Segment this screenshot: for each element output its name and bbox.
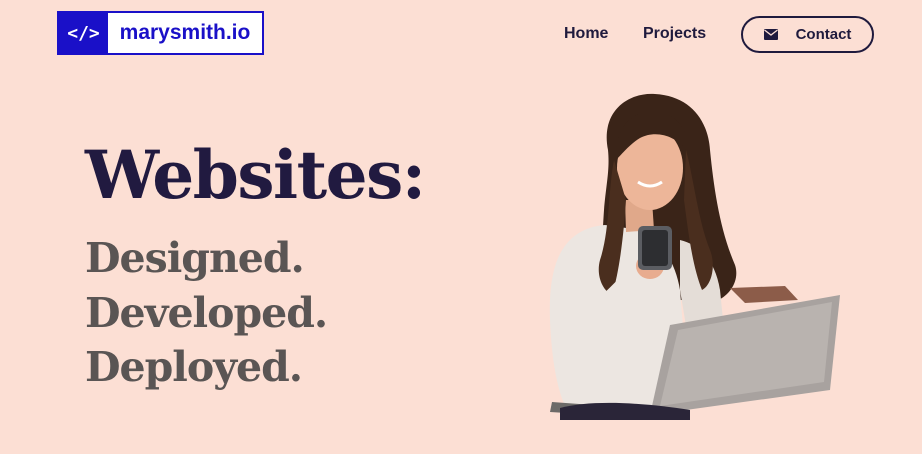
envelope-icon [763,29,778,40]
contact-button[interactable]: Contact [741,16,874,53]
hero-title: Websites: [85,136,426,214]
nav-projects-link[interactable]: Projects [643,24,706,44]
hero-line-deployed: Deployed. [85,343,303,391]
hero-woman-with-laptop-image [549,93,840,420]
logo-link[interactable]: </> marysmith.io [57,11,264,55]
hero-line-designed: Designed. [85,234,305,282]
logo-text: marysmith.io [119,21,251,44]
contact-label: Contact [795,26,852,43]
code-brackets-icon: </> [59,13,108,53]
nav-home-link[interactable]: Home [564,24,608,44]
hero-line-developed: Developed. [85,289,328,337]
